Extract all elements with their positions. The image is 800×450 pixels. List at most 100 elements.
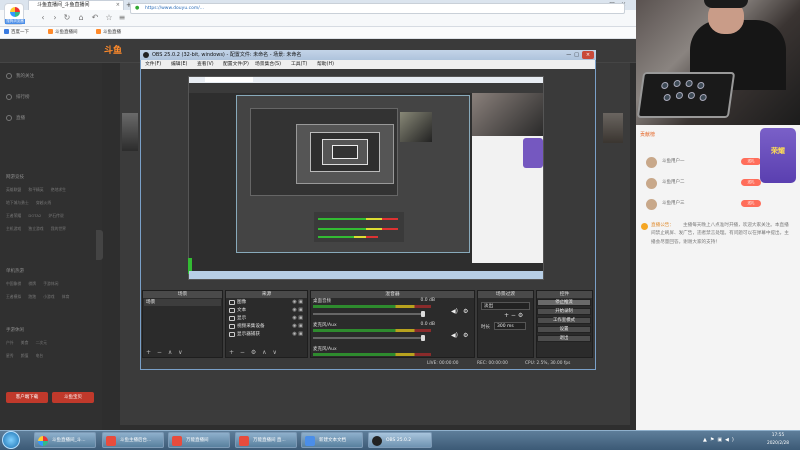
content-thumbnail[interactable] <box>122 113 138 151</box>
arcade-button <box>685 80 694 87</box>
nav-follow[interactable]: 我的关注 <box>16 73 34 79</box>
slider-knob[interactable] <box>421 335 425 341</box>
menu-icon[interactable]: ≡ <box>117 13 127 23</box>
app-icon <box>239 436 249 446</box>
taskbar-item[interactable]: 万能直播间 直... <box>235 432 297 448</box>
menu-scene-collection[interactable]: 场景集合(S) <box>255 60 281 69</box>
obs-menubar: 文件(F) 编辑(E) 查看(V) 配置文件(P) 场景集合(S) 工具(T) … <box>141 60 595 69</box>
nav-row[interactable]: 中国象棋 棋牌 手游休闲 <box>6 281 58 287</box>
menu-profile[interactable]: 配置文件(P) <box>223 60 249 69</box>
clock-time: 17:55 <box>771 433 785 438</box>
nav-row[interactable]: 王者模拟 跑跑 小游戏 体育 <box>6 294 69 300</box>
webcam-person-hair <box>704 0 748 8</box>
menu-view[interactable]: 查看(V) <box>197 60 214 69</box>
taskbar-item[interactable]: 斗鱼直播间_斗... <box>34 432 96 448</box>
speaker-icon[interactable]: ◀) <box>451 308 458 315</box>
taskbar-item[interactable]: 新建文本文档 <box>301 432 363 448</box>
rank-row[interactable]: 斗鱼用户一 送礼 <box>646 155 761 168</box>
bookmark-3[interactable]: 斗鱼直播 <box>96 27 121 39</box>
volume-slider[interactable] <box>313 337 425 339</box>
source-label: 视频采集设备 <box>237 324 265 329</box>
scene-item[interactable]: 场景 <box>144 299 221 306</box>
rank-action-button[interactable]: 送礼 <box>741 179 761 186</box>
douyu-baby-button[interactable]: 斗鱼宝贝 <box>52 392 94 403</box>
gear-icon[interactable]: ⚙ <box>463 308 468 315</box>
taskbar-item-active[interactable]: OBS 25.0.2 <box>368 432 432 448</box>
obs-titlebar[interactable]: OBS 25.0.2 (32-bit, windows) - 配置文件: 未命名… <box>140 50 596 60</box>
sidebar-collapse-handle[interactable] <box>96 230 103 260</box>
meter-bar <box>318 236 378 238</box>
nav-row[interactable]: 地下城与勇士 穿越火线 <box>6 200 51 206</box>
source-item[interactable]: 文本 ◉ ▣ <box>229 307 303 314</box>
close-tab-icon[interactable]: × <box>116 1 120 10</box>
nav-row[interactable]: 英雄联盟 和平精英 绝地求生 <box>6 187 66 193</box>
transition-toolbar[interactable]: + − ⚙ <box>504 312 523 319</box>
eye-lock-icon[interactable]: ◉ ▣ <box>292 315 303 322</box>
start-button[interactable] <box>2 431 20 449</box>
clock[interactable]: 17:55 2020/2/28 <box>758 432 798 448</box>
content-thumbnail[interactable] <box>603 113 623 143</box>
browser-logo[interactable]: 搜狗浏览器 <box>4 3 25 25</box>
slider-knob[interactable] <box>421 311 425 317</box>
source-item[interactable]: 视频采集设备 ◉ ▣ <box>229 323 303 330</box>
eye-lock-icon[interactable]: ◉ ▣ <box>292 323 303 330</box>
source-item[interactable]: 显示 ◉ ▣ <box>229 315 303 322</box>
nav-row[interactable]: 户外 美食 二次元 <box>6 340 47 346</box>
rank-action-button[interactable]: 送礼 <box>741 200 761 207</box>
rank-row[interactable]: 斗鱼用户二 送礼 <box>646 176 761 189</box>
studio-mode-button[interactable]: 工作室模式 <box>537 317 591 324</box>
star-icon[interactable]: ☆ <box>104 13 114 23</box>
douyu-logo[interactable]: 斗鱼 <box>104 45 136 58</box>
browser-tab[interactable]: 斗鱼直播间_斗鱼直播间 × <box>28 0 124 10</box>
menu-tools[interactable]: 工具(T) <box>291 60 307 69</box>
undo-icon[interactable]: ↶ <box>90 13 100 23</box>
nested-webcam <box>400 112 432 142</box>
source-item[interactable]: 图像 ◉ ▣ <box>229 299 303 306</box>
taskbar-item[interactable]: 斗鱼主播后台... <box>102 432 164 448</box>
scenes-toolbar[interactable]: + − ∧ ∨ <box>143 349 222 357</box>
address-bar[interactable]: ● https://www.douyu.com/... <box>130 3 625 14</box>
transition-select[interactable]: 淡出 <box>481 302 530 310</box>
gear-icon[interactable]: ⚙ <box>463 332 468 339</box>
taskbar-label: 万能直播间 直... <box>253 438 286 443</box>
nav-row[interactable]: 星秀 颜值 电台 <box>6 353 43 359</box>
speaker-icon[interactable]: ◀) <box>451 332 458 339</box>
obs-window-controls[interactable]: —□ × <box>560 51 594 59</box>
system-tray[interactable]: ▲⚑▣◀) <box>703 433 755 447</box>
rec-time: REC: 00:00:00 <box>477 361 508 366</box>
download-client-button[interactable]: 客户端下载 <box>6 392 48 403</box>
taskbar-item[interactable]: 万能直播间 <box>168 432 230 448</box>
settings-button[interactable]: 设置 <box>537 326 591 333</box>
start-recording-button[interactable]: 开始录制 <box>537 308 591 315</box>
nav-row[interactable]: 主机游戏 独立游戏 我的世界 <box>6 226 66 232</box>
volume-slider[interactable] <box>313 313 425 315</box>
exit-button[interactable]: 退出 <box>537 335 591 342</box>
rank-action-button[interactable]: 送礼 <box>741 158 761 165</box>
menu-help[interactable]: 帮助(H) <box>317 60 334 69</box>
refresh-icon[interactable]: ↻ <box>62 13 72 23</box>
back-icon[interactable]: ‹ <box>38 13 48 23</box>
eye-lock-icon[interactable]: ◉ ▣ <box>292 307 303 314</box>
obs-app-icon <box>372 436 382 446</box>
eye-lock-icon[interactable]: ◉ ▣ <box>292 299 303 306</box>
gift-banner[interactable]: 荣耀 <box>760 128 796 183</box>
stop-streaming-button[interactable]: 停止推流 <box>537 299 591 306</box>
source-item[interactable]: 显示器捕获 ◉ ▣ <box>229 331 303 338</box>
url-text: https://www.douyu.com/... <box>145 6 205 11</box>
menu-file[interactable]: 文件(F) <box>145 60 161 69</box>
rank-row[interactable]: 斗鱼用户三 送礼 <box>646 197 761 210</box>
menu-edit[interactable]: 编辑(E) <box>171 60 187 69</box>
bookmark-1[interactable]: 百度一下 <box>4 27 29 39</box>
close-icon[interactable]: × <box>582 51 594 59</box>
nav-live[interactable]: 直播 <box>16 115 25 121</box>
sources-toolbar[interactable]: + − ⚙ ∧ ∨ <box>226 349 307 357</box>
nav-rank[interactable]: 排行榜 <box>16 94 30 100</box>
live-icon <box>6 115 12 121</box>
nav-row[interactable]: 王者荣耀 DOTA2 炉石传说 <box>6 213 64 219</box>
bookmark-2[interactable]: 斗鱼直播间 <box>48 27 78 39</box>
home-icon[interactable]: ⌂ <box>76 13 86 23</box>
forward-icon[interactable]: › <box>50 13 60 23</box>
duration-input[interactable]: 300 ms <box>494 322 526 330</box>
eye-lock-icon[interactable]: ◉ ▣ <box>292 331 303 338</box>
captured-gift <box>523 138 543 168</box>
